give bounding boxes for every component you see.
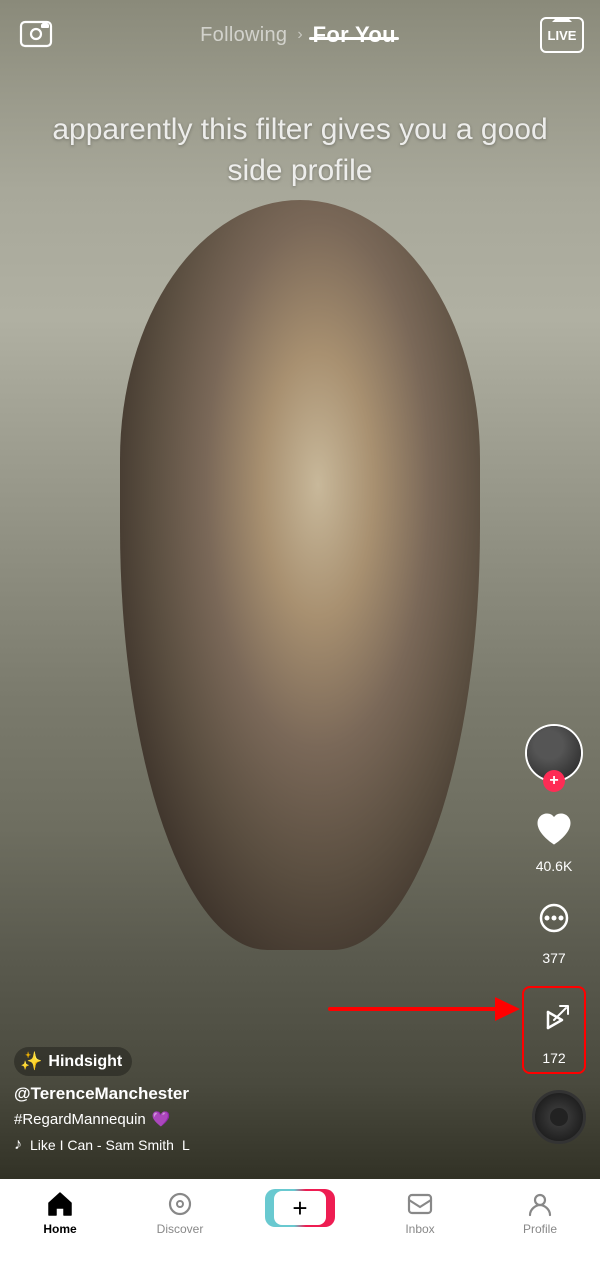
video-caption: apparently this filter gives you a good … (0, 110, 600, 191)
comment-icon (528, 894, 580, 946)
discover-label: Discover (157, 1222, 204, 1236)
hashtag-line[interactable]: #RegardMannequin 💜 (14, 1110, 520, 1128)
discover-icon (165, 1189, 195, 1219)
home-label: Home (43, 1222, 76, 1236)
like-count: 40.6K (536, 858, 573, 874)
like-icon (528, 802, 580, 854)
nav-create[interactable]: + (260, 1189, 340, 1227)
nav-inbox[interactable]: Inbox (380, 1189, 460, 1236)
nav-profile[interactable]: Profile (500, 1189, 580, 1236)
music-text: Like I Can - Sam Smith (30, 1137, 174, 1153)
share-icon (528, 994, 580, 1046)
inbox-label: Inbox (405, 1222, 434, 1236)
like-action[interactable]: 40.6K (528, 802, 580, 874)
inbox-icon (405, 1189, 435, 1219)
live-button[interactable]: LIVE (540, 17, 584, 53)
annotation-arrow (320, 989, 520, 1029)
share-count: 172 (542, 1050, 565, 1066)
nav-divider: › (297, 26, 302, 44)
creator-avatar[interactable]: + (525, 724, 583, 782)
foryou-tab[interactable]: For You (313, 22, 396, 47)
music-info[interactable]: ♪ Like I Can - Sam Smith L (14, 1136, 520, 1154)
music-note-icon: ♪ (14, 1136, 22, 1154)
profile-icon (525, 1189, 555, 1219)
music-suffix: L (182, 1137, 190, 1153)
bottom-navigation: Home Discover + Inbox (0, 1179, 600, 1274)
action-sidebar: + 40.6K 377 (522, 724, 586, 1074)
home-icon (45, 1189, 75, 1219)
effect-badge[interactable]: ✨ Hindsight (14, 1047, 132, 1076)
nav-discover[interactable]: Discover (140, 1189, 220, 1236)
nav-tabs: Following › For You (200, 22, 396, 48)
comment-action[interactable]: 377 (528, 894, 580, 966)
creator-info: ✨ Hindsight @TerenceManchester #RegardMa… (14, 1047, 520, 1154)
album-art (532, 1090, 586, 1144)
effect-name: Hindsight (48, 1053, 122, 1071)
nav-home[interactable]: Home (20, 1189, 100, 1236)
creator-username[interactable]: @TerenceManchester (14, 1084, 520, 1104)
effect-icon: ✨ (20, 1051, 42, 1072)
top-navigation: Following › For You LIVE (0, 0, 600, 70)
share-action[interactable]: 172 (522, 986, 586, 1074)
create-button[interactable]: + (271, 1189, 329, 1227)
comment-count: 377 (542, 950, 565, 966)
follow-button[interactable]: + (543, 770, 565, 792)
following-tab[interactable]: Following (200, 24, 287, 47)
upload-button[interactable] (16, 15, 56, 55)
active-indicator (309, 37, 399, 40)
profile-label: Profile (523, 1222, 557, 1236)
plus-icon: + (274, 1191, 326, 1225)
